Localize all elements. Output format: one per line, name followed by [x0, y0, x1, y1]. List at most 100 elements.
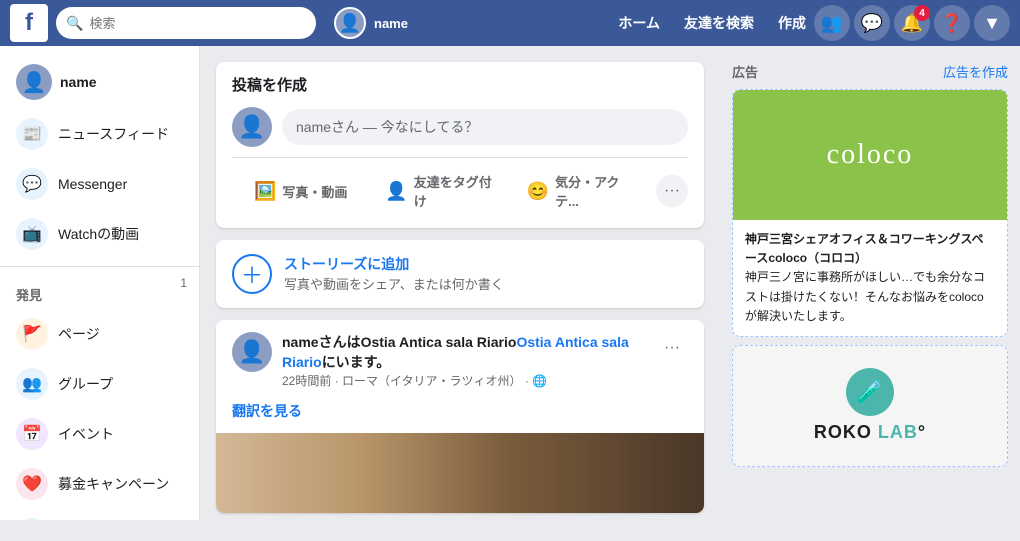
messenger-icon-btn[interactable]: 💬	[854, 5, 890, 41]
story-add-icon: ＋	[232, 254, 272, 294]
story-subtitle: 写真や動画をシェア、または何か書く	[284, 274, 504, 293]
search-input[interactable]	[89, 16, 289, 31]
post-composer: 投稿を作成 👤 nameさん — 今なにしてる？ 🖼️ 写真・動画 👤 友達をタ…	[216, 62, 704, 228]
pages-label: ページ	[58, 324, 100, 344]
sidebar-user[interactable]: 👤 name	[4, 56, 195, 108]
mood-icon: 😊	[527, 181, 549, 202]
settings-icon-btn[interactable]: ▼	[974, 5, 1010, 41]
ad-image-roko[interactable]: 🧪 ROKO LAB°	[733, 346, 1007, 466]
translate-btn[interactable]: 翻訳を見る	[216, 401, 704, 433]
post-author: nameさんはOstia Antica sala RiarioOstia Ant…	[282, 332, 646, 372]
post-image	[216, 433, 704, 513]
facebook-logo[interactable]: f	[10, 4, 48, 42]
sidebar-user-avatar: 👤	[16, 64, 52, 100]
post-timeago: 22時間前	[282, 374, 331, 388]
messenger-label: Messenger	[58, 176, 127, 192]
post-location-prefix: さんはOstia Antica sala Riario	[319, 334, 517, 350]
groups-icon: 👥	[16, 368, 48, 400]
topnav-create-link[interactable]: 作成	[778, 13, 806, 33]
topnav-links: ホーム 友達を検索 作成	[618, 13, 806, 33]
post-avatar: 👤	[232, 332, 272, 372]
left-sidebar: 👤 name 📰 ニュースフィード 1 💬 Messenger 📺 Watchの…	[0, 46, 200, 520]
post-username: name	[282, 334, 319, 350]
topnav-username: name	[374, 16, 408, 31]
tag-label: 友達をタグ付け	[414, 172, 499, 210]
messenger-icon: 💬	[16, 168, 48, 200]
ad-section: 広告 広告を作成 coloco 神戸三宮シェアオフィス＆コワーキングスペースco…	[732, 62, 1008, 467]
sidebar-divider	[0, 266, 199, 267]
ad-card-1: coloco 神戸三宮シェアオフィス＆コワーキングスペースcoloco（コロコ）…	[732, 89, 1008, 337]
ad-desc-1: 神戸三ノ宮に事務所がほしい…でも余分なコストは掛けたくない！そんなお悩みをcol…	[745, 270, 985, 322]
fundraiser-icon: ❤️	[16, 468, 48, 500]
topnav-home-link[interactable]: ホーム	[618, 13, 660, 33]
sidebar-username: name	[60, 74, 97, 90]
ad-text-1: 神戸三宮シェアオフィス＆コワーキングスペースcoloco（コロコ） 神戸三ノ宮に…	[733, 220, 1007, 336]
sidebar-item-watch[interactable]: 📺 Watchの動画	[4, 210, 195, 258]
composer-input-row: 👤 nameさん — 今なにしてる？	[232, 107, 688, 147]
sidebar-item-newsfeed[interactable]: 📰 ニュースフィード 1	[4, 110, 195, 158]
story-text: ストーリーズに追加 写真や動画をシェア、または何か書く	[284, 254, 504, 293]
mood-label: 気分・アクテ...	[555, 172, 640, 210]
story-card[interactable]: ＋ ストーリーズに追加 写真や動画をシェア、または何か書く	[216, 240, 704, 308]
composer-actions: 🖼️ 写真・動画 👤 友達をタグ付け 😊 気分・アクテ... ···	[232, 166, 688, 216]
sidebar-item-pages[interactable]: 🚩 ページ	[4, 310, 195, 358]
post-location-detail: ローマ（イタリア・ラツィオ州）	[342, 374, 522, 388]
ad-image-coloco[interactable]: coloco	[733, 90, 1007, 220]
page-number: 1	[180, 276, 187, 290]
search-icon: 🔍	[66, 15, 83, 32]
post-card: 👤 nameさんはOstia Antica sala RiarioOstia A…	[216, 320, 704, 513]
newsfeed-icon: 📰	[16, 118, 48, 150]
photo-icon: 🖼️	[254, 181, 276, 202]
newsfeed-label: ニュースフィード	[58, 124, 169, 144]
post-header: 👤 nameさんはOstia Antica sala RiarioOstia A…	[216, 320, 704, 401]
topnav-friends-link[interactable]: 友達を検索	[684, 13, 754, 33]
search-bar[interactable]: 🔍	[56, 7, 316, 39]
roko-icon: 🧪	[846, 368, 894, 416]
composer-title: 投稿を作成	[232, 74, 688, 95]
sidebar-item-groups[interactable]: 👥 グループ	[4, 360, 195, 408]
composer-more-btn[interactable]: ···	[656, 175, 688, 207]
tag-icon: 👤	[385, 181, 407, 202]
discover-section-title: 発見	[0, 275, 199, 308]
post-meta: nameさんはOstia Antica sala RiarioOstia Ant…	[282, 332, 646, 389]
composer-divider	[232, 157, 688, 158]
ad-create-link[interactable]: 広告を作成	[943, 62, 1008, 81]
events-label: イベント	[58, 424, 114, 444]
ad-name-1: 神戸三宮シェアオフィス＆コワーキングスペースcoloco（コロコ）	[745, 232, 984, 265]
watch-label: Watchの動画	[58, 224, 139, 244]
sidebar-item-fundraiser[interactable]: ❤️ 募金キャンペーン	[4, 460, 195, 508]
notification-badge: 4	[914, 5, 930, 21]
ad-card-2: 🧪 ROKO LAB°	[732, 345, 1008, 467]
post-more-btn[interactable]: ···	[656, 332, 688, 364]
coloco-logo: coloco	[827, 139, 914, 171]
topnav-avatar: 👤	[334, 7, 366, 39]
mood-btn[interactable]: 😊 気分・アクテ...	[515, 166, 652, 216]
composer-text-input[interactable]: nameさん — 今なにしてる？	[282, 109, 688, 145]
photo-video-label: 写真・動画	[282, 182, 347, 201]
right-sidebar: 広告 広告を作成 coloco 神戸三宮シェアオフィス＆コワーキングスペースco…	[720, 46, 1020, 520]
main-content: 投稿を作成 👤 nameさん — 今なにしてる？ 🖼️ 写真・動画 👤 友達をタ…	[200, 46, 720, 541]
notifications-icon-btn[interactable]: 🔔 4	[894, 5, 930, 41]
pages-icon: 🚩	[16, 318, 48, 350]
watch-icon: 📺	[16, 218, 48, 250]
ad-title: 広告	[732, 62, 758, 81]
post-location-suffix: にいます。	[322, 354, 391, 370]
ad-header: 広告 広告を作成	[732, 62, 1008, 81]
story-title: ストーリーズに追加	[284, 254, 504, 274]
topnav-icons: 👥 💬 🔔 4 ❓ ▼	[814, 5, 1010, 41]
roko-logo-text: ROKO LAB°	[814, 422, 926, 443]
post-time: 22時間前 · ローマ（イタリア・ラツィオ州） · 🌐	[282, 372, 646, 389]
groups-label: グループ	[58, 374, 113, 394]
tag-friends-btn[interactable]: 👤 友達をタグ付け	[373, 166, 510, 216]
sidebar-item-events[interactable]: 📅 イベント	[4, 410, 195, 458]
topnav-user[interactable]: 👤 name	[334, 7, 408, 39]
help-icon-btn[interactable]: ❓	[934, 5, 970, 41]
events-icon: 📅	[16, 418, 48, 450]
people-icon-btn[interactable]: 👥	[814, 5, 850, 41]
photo-video-btn[interactable]: 🖼️ 写真・動画	[232, 175, 369, 208]
sidebar-item-messenger[interactable]: 💬 Messenger	[4, 160, 195, 208]
composer-avatar: 👤	[232, 107, 272, 147]
sidebar-item-games[interactable]: 🎮 ゲーム	[4, 510, 195, 520]
top-navigation: f 🔍 👤 name ホーム 友達を検索 作成 👥 💬 🔔 4 ❓ ▼	[0, 0, 1020, 46]
fundraiser-label: 募金キャンペーン	[58, 474, 169, 494]
